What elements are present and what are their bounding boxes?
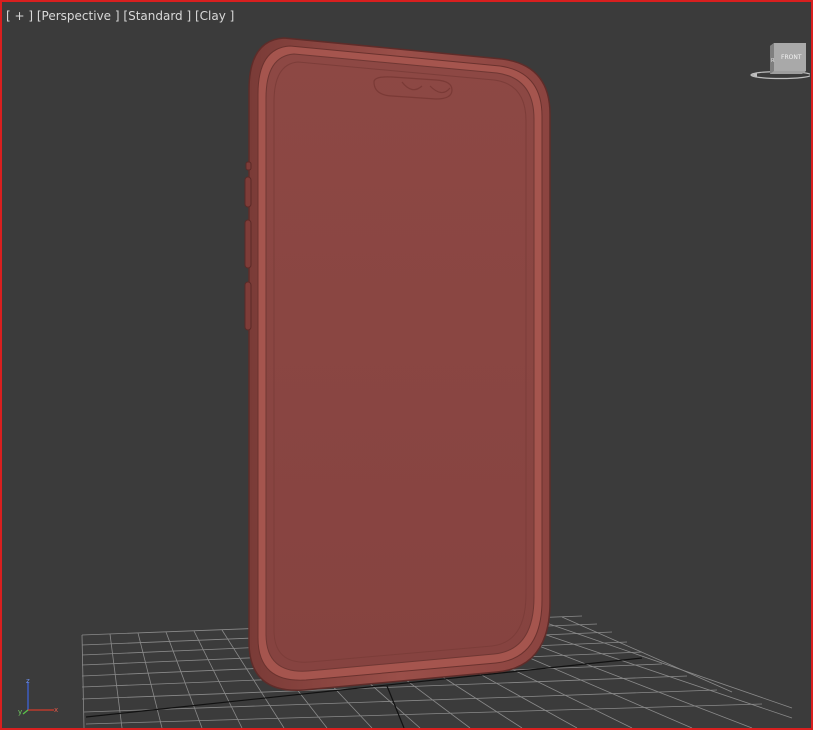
viewcube-front-label[interactable]: FRONT: [781, 54, 802, 61]
scene-canvas[interactable]: [2, 2, 811, 728]
y-axis-label: y: [18, 708, 22, 716]
y-axis-line: [22, 709, 29, 715]
viewcube[interactable]: R FRONT: [748, 40, 810, 85]
viewcube-side-label: R: [771, 58, 775, 64]
z-axis-label: z: [26, 677, 30, 685]
axis-tripod: z x y: [18, 677, 58, 716]
phone-case-model[interactable]: [244, 37, 551, 691]
side-buttons: [244, 161, 252, 331]
x-axis-label: x: [54, 706, 58, 714]
perspective-viewport[interactable]: [ + ] [Perspective ] [Standard ] [Clay ]: [0, 0, 813, 730]
